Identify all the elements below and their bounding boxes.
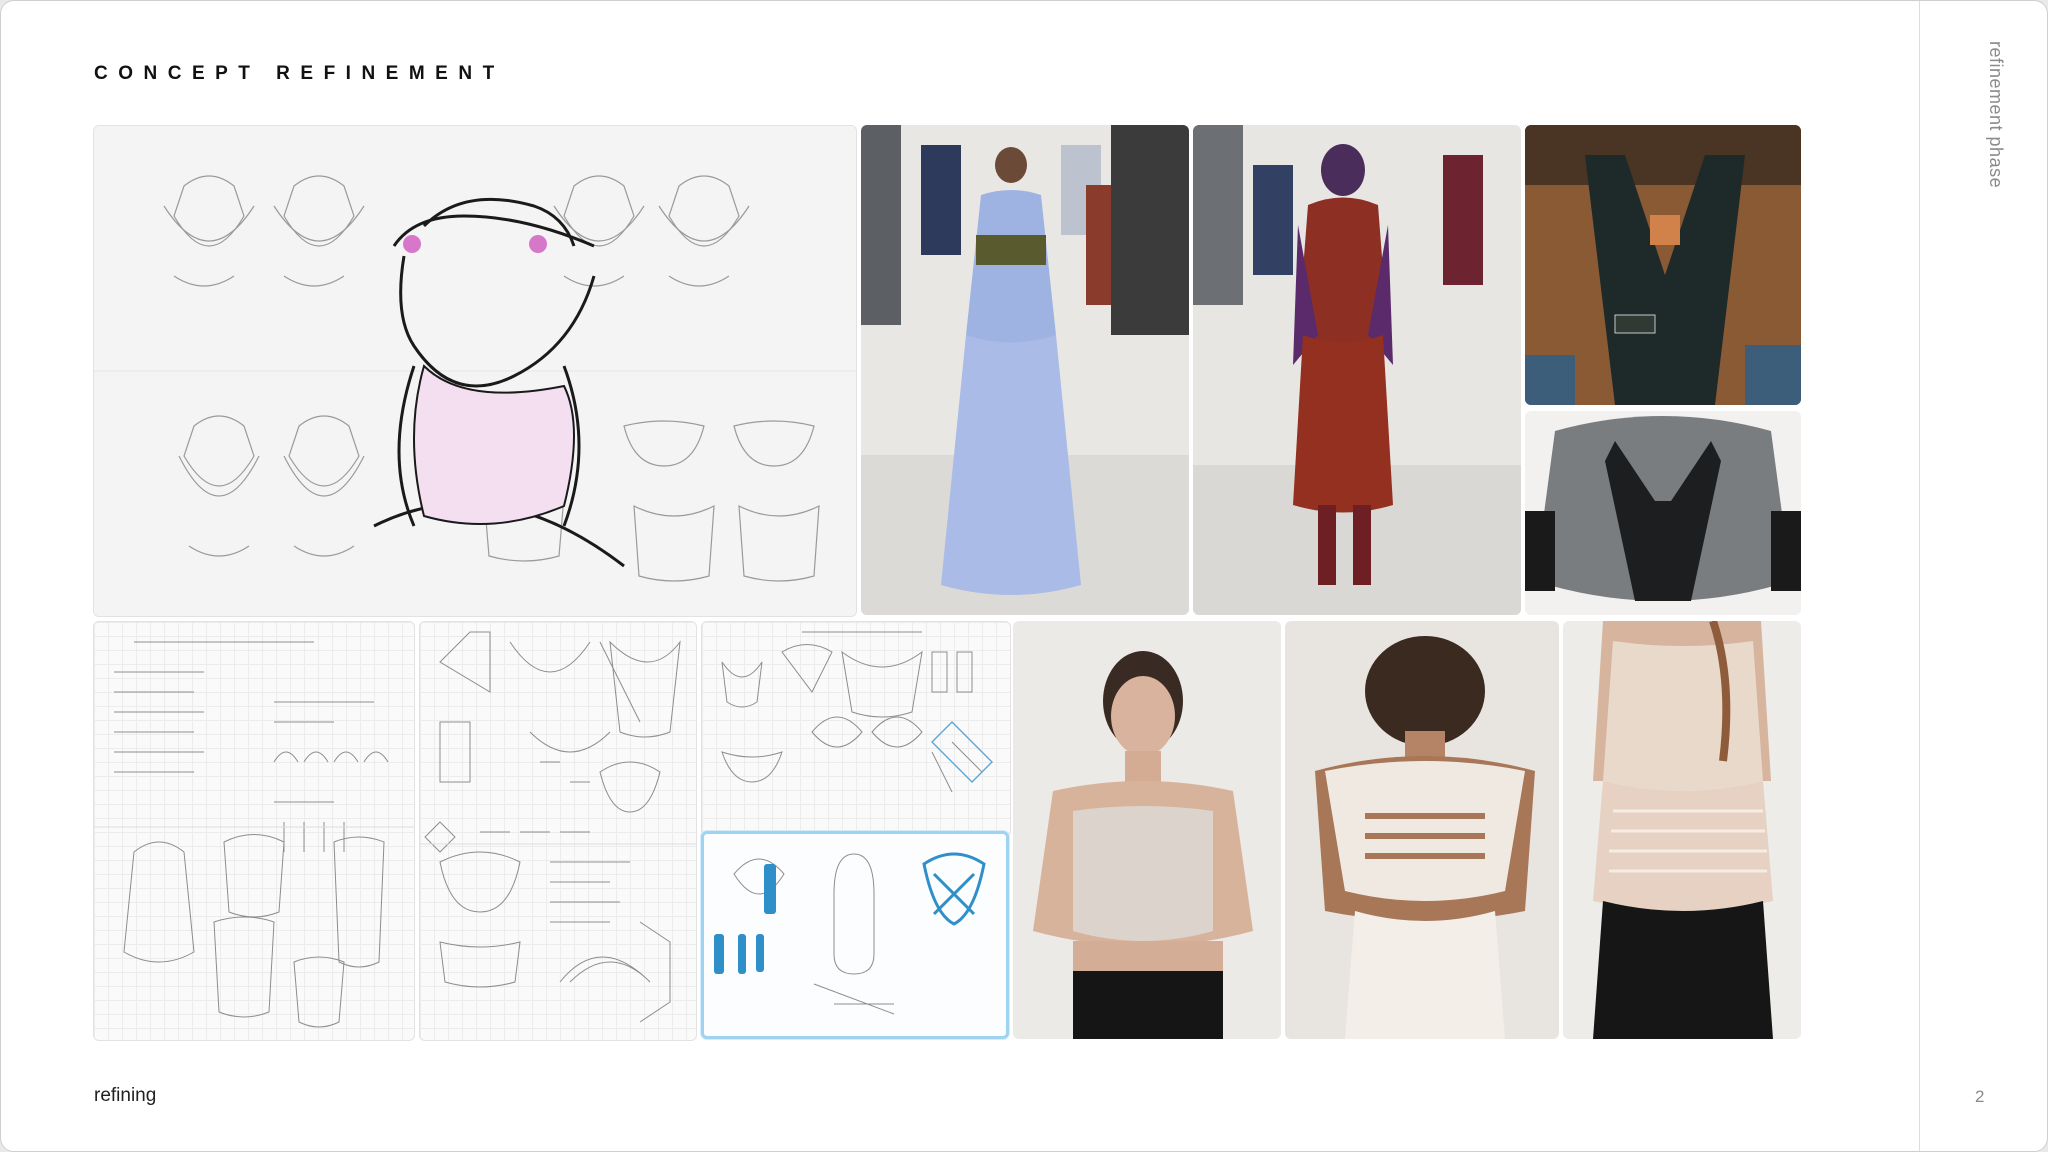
side-divider <box>1919 1 1920 1151</box>
photo-posture-vest-front <box>1525 125 1801 405</box>
photo-model-crop-top <box>1013 621 1281 1039</box>
page-title: CONCEPT REFINEMENT <box>94 63 505 84</box>
photo-model-waist-wrap <box>1563 621 1801 1039</box>
photo-posture-brace-back <box>1525 411 1801 615</box>
runway-photo-red-look <box>1193 125 1521 615</box>
section-label: refining <box>94 1085 157 1106</box>
photo-model-back-brace <box>1285 621 1559 1039</box>
runway-photo-blue-look <box>861 125 1189 615</box>
page-number: 2 <box>1975 1087 1985 1106</box>
side-label: refinement phase <box>1986 41 2006 189</box>
torso-sketch-illustration <box>94 126 856 616</box>
sketch-page-straps <box>701 621 1011 837</box>
sketch-sheet-main <box>93 125 857 617</box>
sketch-page-components <box>419 621 697 1041</box>
sketch-page-highlighted-concept <box>701 831 1009 1039</box>
slide: CONCEPT REFINEMENT refinement phase refi… <box>0 0 2048 1152</box>
sketch-page-notes <box>93 621 415 1041</box>
